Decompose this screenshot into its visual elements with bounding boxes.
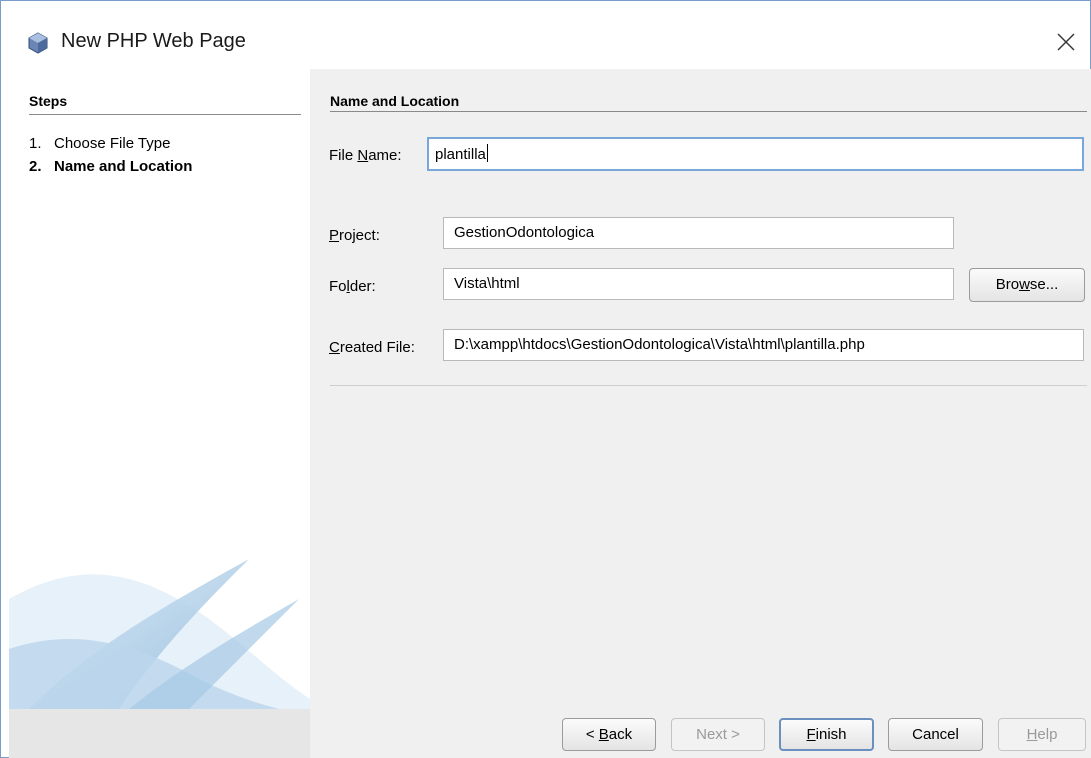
step-name-and-location: 2. Name and Location [29,158,192,175]
project-label: Project: [329,227,380,244]
steps-panel: Steps 1. Choose File Type 2. Name and Loca… [9,69,310,709]
text-caret [486,144,488,162]
step-label: Name and Location [54,158,193,175]
name-and-location-panel: Name and Location File Name: plantilla P… [310,69,1091,709]
step-number: 2. [29,158,42,175]
project-field[interactable]: GestionOdontologica [443,217,954,249]
form-bottom-divider [330,385,1087,386]
finish-button[interactable]: Finish [779,718,874,751]
wizard-swoosh-graphic [9,559,310,709]
window-title: New PHP Web Page [61,30,246,52]
netbeans-cube-icon [28,32,48,54]
step-label: Choose File Type [54,135,171,152]
created-file-label: Created File: [329,339,415,356]
button-bar: < Back Next > Finish Cancel Help [9,709,1091,758]
back-button[interactable]: < Back [562,718,656,751]
file-name-label: File Name: [329,147,402,164]
section-heading: Name and Location [330,93,460,109]
step-number: 1. [29,135,42,152]
close-icon[interactable] [1051,27,1081,57]
dialog-window: New PHP Web Page Steps 1. Choose File Typ… [0,0,1091,758]
section-divider [330,111,1087,112]
steps-divider [29,114,301,115]
title-bar[interactable]: New PHP Web Page [1,1,1090,61]
steps-heading: Steps [29,93,68,109]
footer-left-strip [9,709,310,758]
browse-button[interactable]: Browse... [969,268,1085,302]
folder-label: Folder: [329,278,376,295]
created-file-field[interactable]: D:\xampp\htdocs\GestionOdontologica\Vist… [443,329,1084,361]
cancel-button[interactable]: Cancel [888,718,983,751]
next-button[interactable]: Next > [671,718,765,751]
step-choose-file-type: 1. Choose File Type [29,135,170,152]
folder-input[interactable]: Vista\html [443,268,954,300]
help-button[interactable]: Help [998,718,1086,751]
file-name-input[interactable]: plantilla [427,137,1084,171]
